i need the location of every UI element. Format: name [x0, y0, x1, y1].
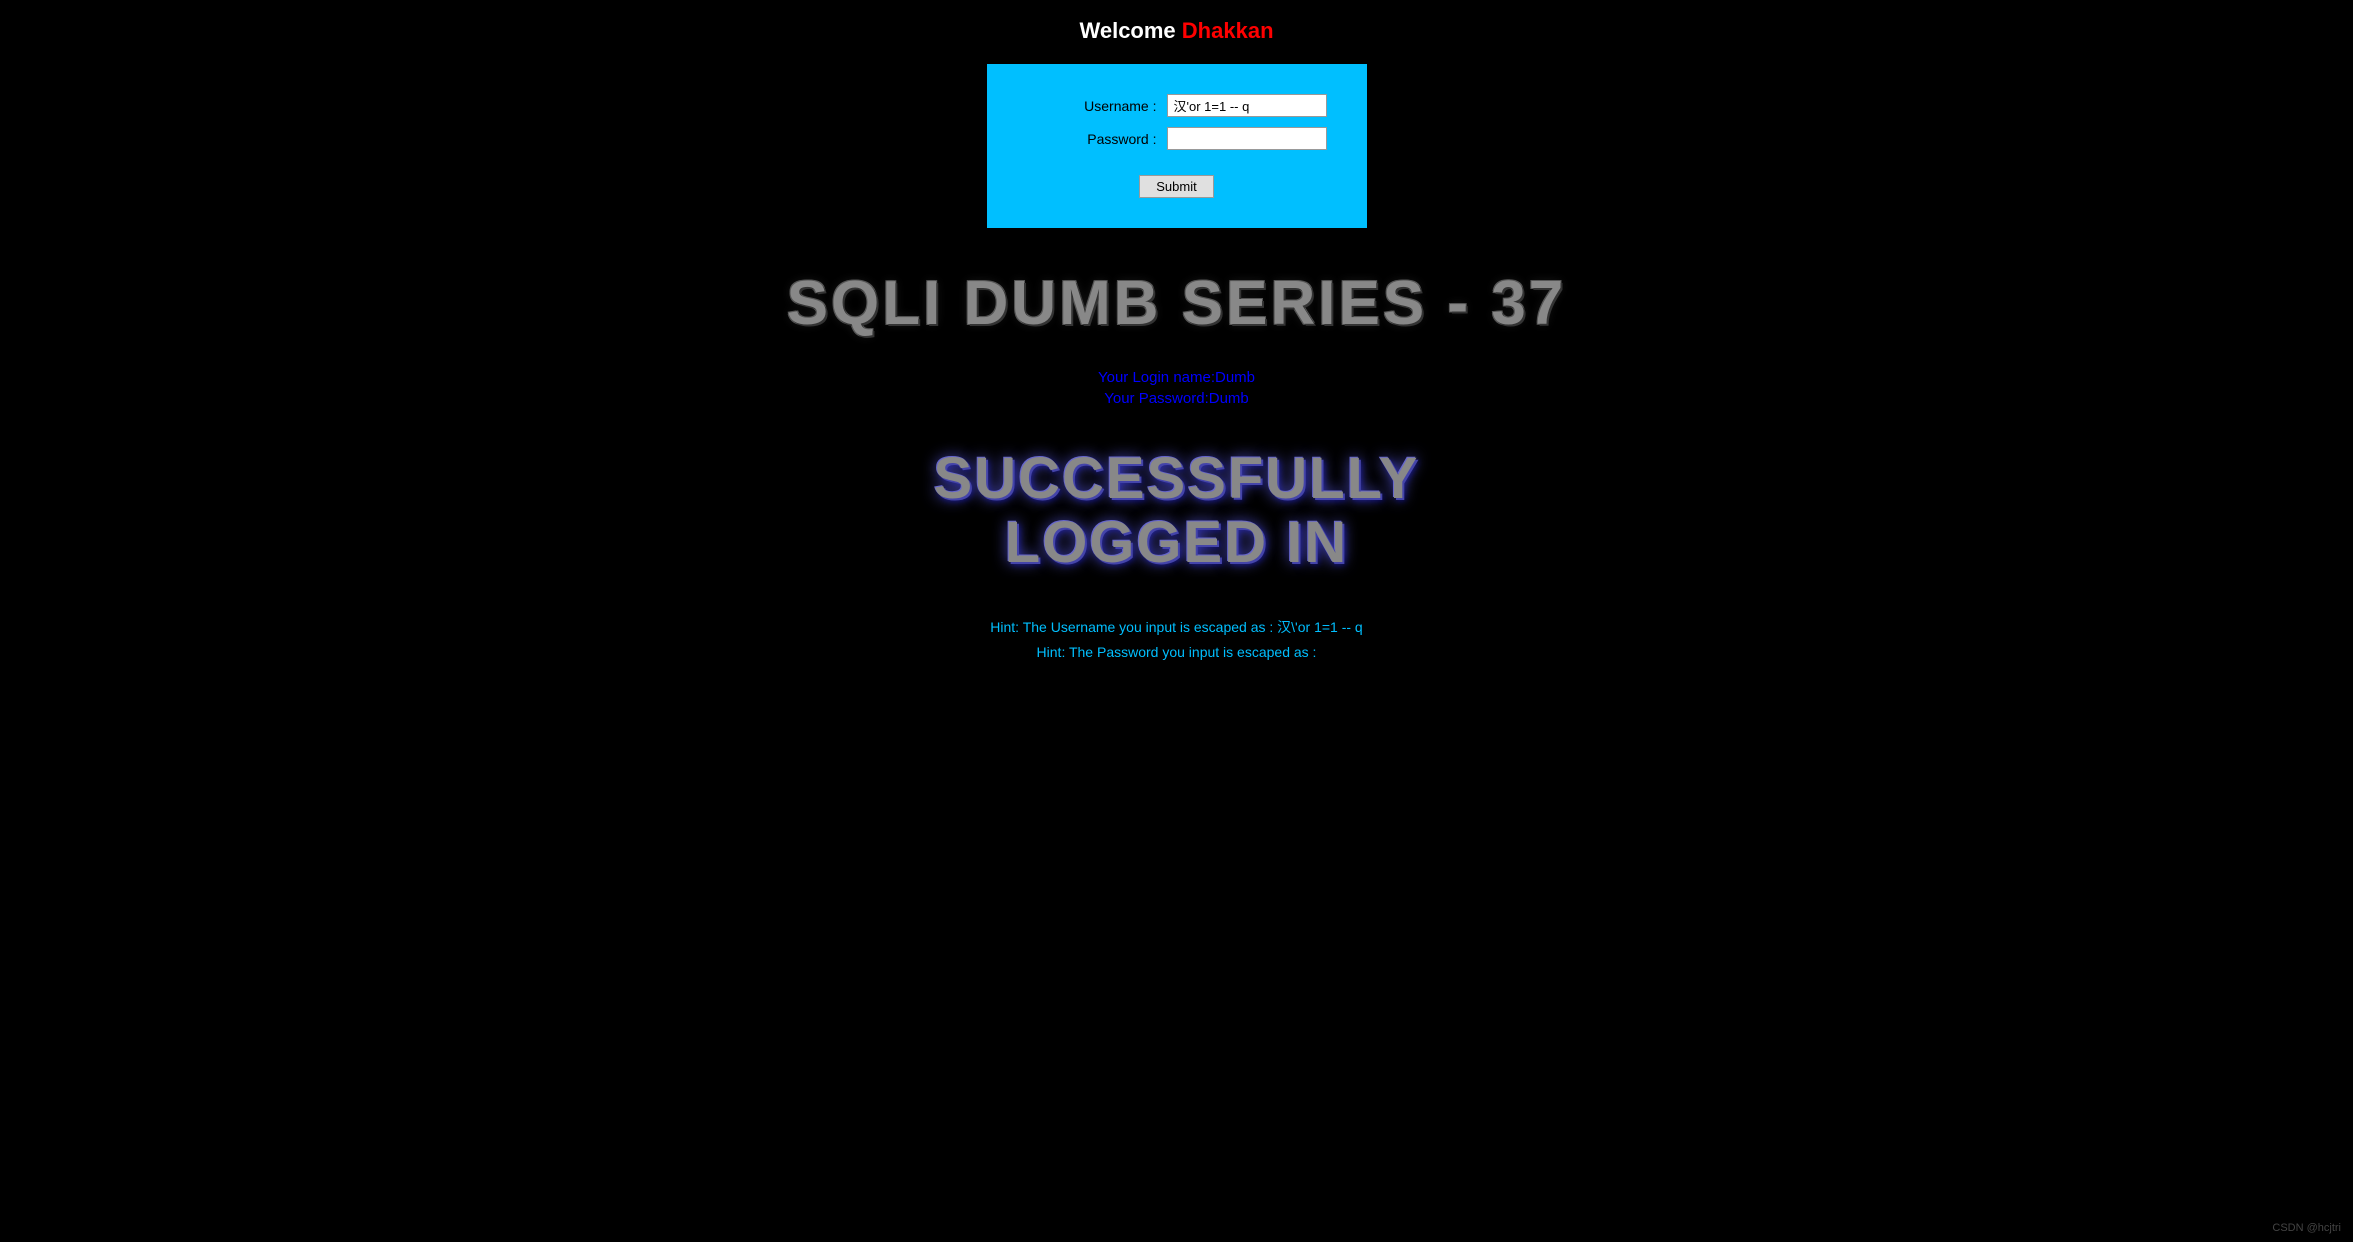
submit-button[interactable]: Submit — [1139, 175, 1213, 198]
watermark: CSDN @hcjtri — [2272, 1222, 2341, 1234]
welcome-text: Welcome — [1079, 18, 1175, 43]
password-hint: Hint: The Password you input is escaped … — [990, 640, 1362, 665]
password-row: Password : — [1027, 127, 1327, 150]
login-password-display: Your Password:Dumb — [1098, 390, 1255, 407]
success-message: SUCCESSFULLYLOGGED IN — [934, 447, 1420, 575]
username-input[interactable] — [1167, 94, 1327, 117]
hints-section: Hint: The Username you input is escaped … — [990, 615, 1362, 665]
password-label: Password : — [1077, 131, 1157, 147]
username-row: Username : — [1027, 94, 1327, 117]
username-label: Username : — [1077, 98, 1157, 114]
username-hint: Hint: The Username you input is escaped … — [990, 615, 1362, 640]
password-input[interactable] — [1167, 127, 1327, 150]
login-info: Your Login name:Dumb Your Password:Dumb — [1098, 369, 1255, 407]
page-header: Welcome Dhakkan — [1079, 18, 1273, 44]
login-form-container: Username : Password : Submit — [987, 64, 1367, 228]
series-title: SQLI DUMB SERIES - 37 — [787, 268, 1567, 339]
login-name-display: Your Login name:Dumb — [1098, 369, 1255, 386]
site-name: Dhakkan — [1182, 18, 1274, 43]
